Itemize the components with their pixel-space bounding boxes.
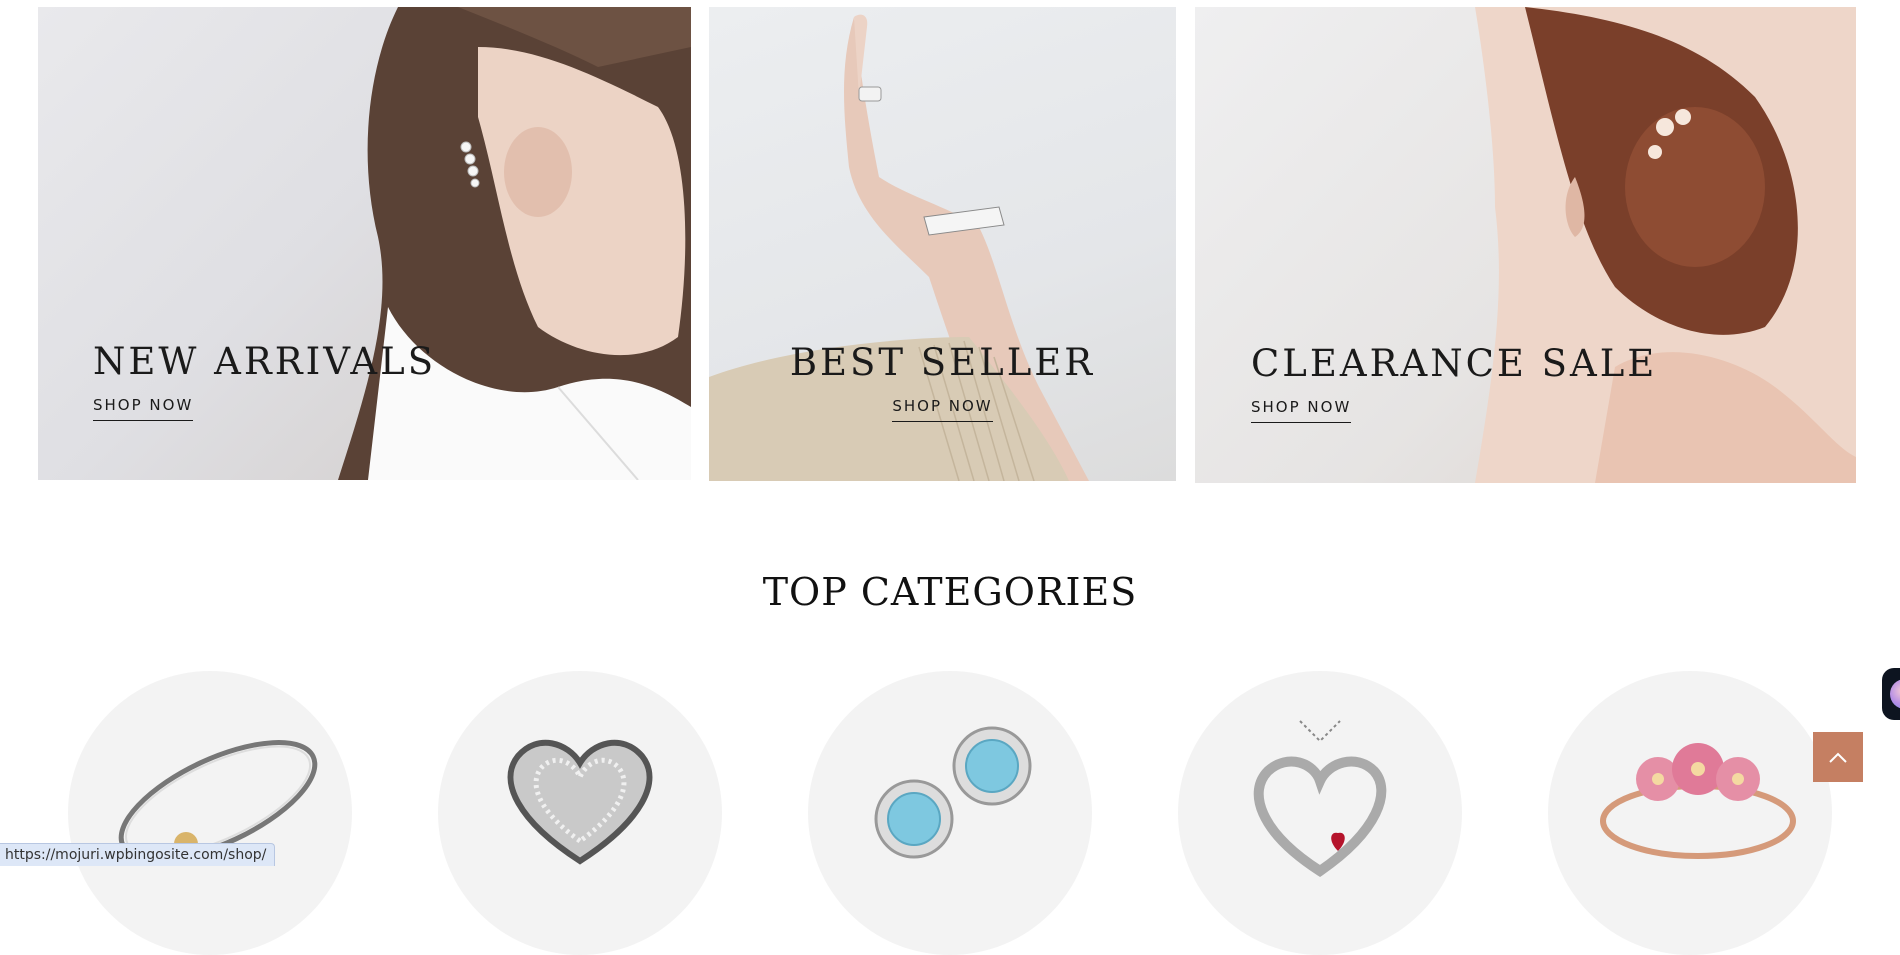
flower-ring-icon bbox=[1600, 743, 1796, 859]
chevron-up-icon bbox=[1829, 752, 1847, 763]
status-bar-url: https://mojuri.wpbingosite.com/shop/ bbox=[0, 843, 276, 866]
shop-now-link[interactable]: SHOP NOW bbox=[93, 396, 194, 421]
banner-title: BEST SELLER bbox=[789, 341, 1096, 384]
bangle-bracelet-icon bbox=[118, 740, 318, 862]
heart-pendant-necklace-icon bbox=[1253, 720, 1387, 878]
banner-best-seller[interactable]: BEST SELLER SHOP NOW bbox=[709, 7, 1176, 481]
banner-title: CLEARANCE SALE bbox=[1251, 342, 1658, 385]
heart-charm-icon bbox=[507, 739, 653, 865]
scroll-to-top-button[interactable] bbox=[1813, 732, 1863, 782]
category-necklaces[interactable] bbox=[1178, 671, 1462, 955]
chat-widget-button[interactable] bbox=[1882, 668, 1900, 720]
banner-clearance-sale[interactable]: CLEARANCE SALE SHOP NOW bbox=[1195, 7, 1856, 483]
banner-new-arrivals[interactable]: NEW ARRIVALS SHOP NOW bbox=[38, 7, 691, 480]
chat-avatar-icon bbox=[1890, 679, 1900, 709]
category-rings[interactable] bbox=[1548, 671, 1832, 955]
shop-now-link[interactable]: SHOP NOW bbox=[892, 397, 993, 422]
category-earrings[interactable] bbox=[808, 671, 1092, 955]
banner-title: NEW ARRIVALS bbox=[93, 340, 437, 383]
section-title: TOP CATEGORIES bbox=[762, 570, 1138, 614]
shop-now-link[interactable]: SHOP NOW bbox=[1251, 398, 1352, 423]
blue-stud-earrings-icon bbox=[874, 726, 1032, 859]
category-bangle[interactable] bbox=[68, 671, 352, 955]
category-charm[interactable] bbox=[438, 671, 722, 955]
